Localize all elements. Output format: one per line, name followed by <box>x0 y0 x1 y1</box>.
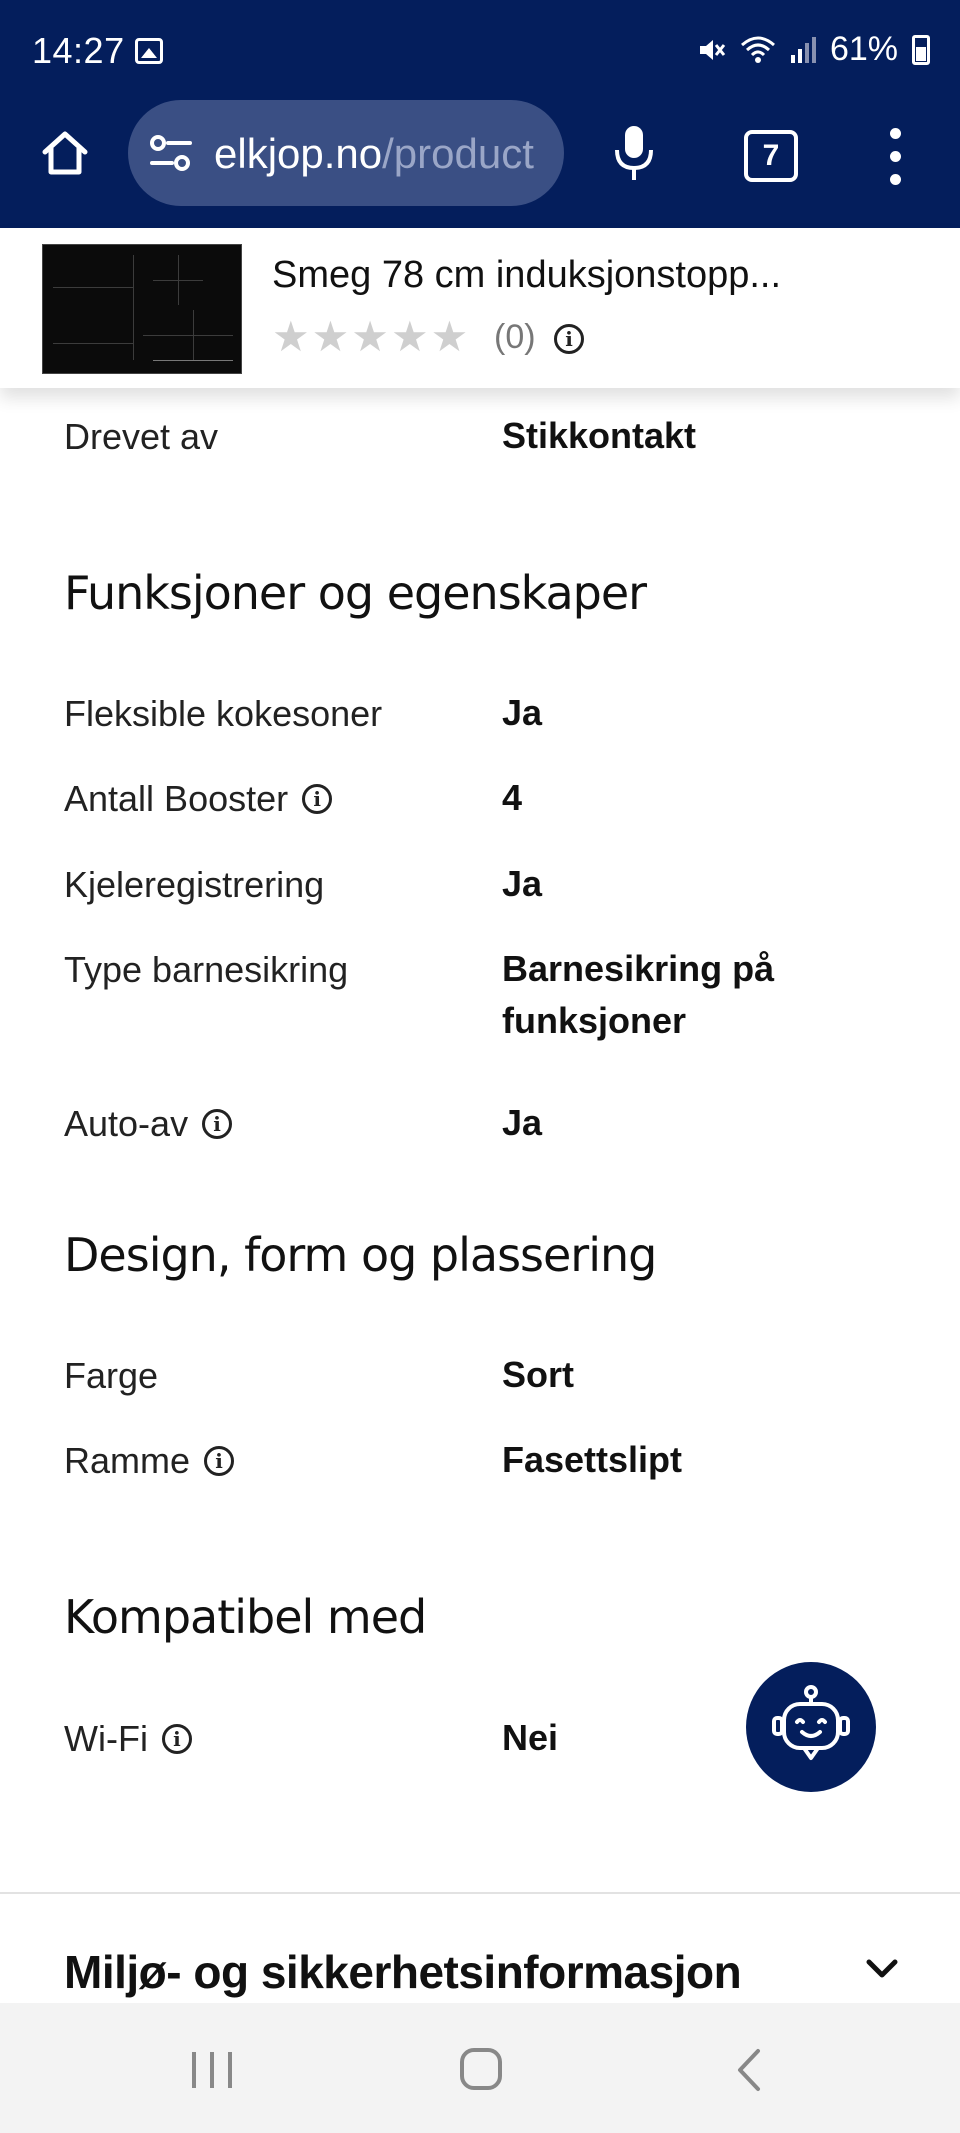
browser-toolbar: elkjop.no/product 7 <box>0 100 960 228</box>
robot-icon <box>772 1685 850 1760</box>
product-sticky-header: Smeg 78 cm induksjonstopp... ★★★★★ (0) i <box>0 228 960 388</box>
home-icon[interactable] <box>40 128 90 178</box>
spec-label: Kjeleregistrering <box>64 864 325 905</box>
signal-icon <box>790 36 816 63</box>
rating-info-icon[interactable]: i <box>554 324 584 354</box>
mute-icon <box>699 39 726 60</box>
url-text[interactable]: elkjop.no/product <box>214 130 554 178</box>
info-icon[interactable]: i <box>202 1109 233 1139</box>
battery-percent: 61% <box>829 30 898 68</box>
status-time: 14:27 <box>32 30 125 71</box>
site-settings-icon[interactable] <box>150 134 192 172</box>
microphone-icon[interactable] <box>612 124 656 184</box>
info-icon[interactable]: i <box>302 784 333 814</box>
section-heading-design: Design, form og plassering <box>64 1228 657 1282</box>
wifi-icon <box>740 36 775 63</box>
spec-label: Type barnesikring <box>64 949 349 990</box>
spec-value: Barnesikring på funksjoner <box>502 948 775 1041</box>
spec-value: Stikkontakt <box>502 415 697 456</box>
spec-label: Antall Booster i <box>64 778 333 820</box>
info-icon[interactable]: i <box>204 1446 235 1476</box>
recent-apps-icon[interactable] <box>190 2048 236 2092</box>
section-heading-kompatibel: Kompatibel med <box>64 1590 427 1644</box>
spec-value: Ja <box>502 1102 543 1143</box>
tab-switcher-button[interactable]: 7 <box>744 130 798 182</box>
system-navigation-bar <box>0 2003 960 2133</box>
spec-label: Auto-av i <box>64 1103 233 1145</box>
spec-value: Sort <box>502 1354 574 1395</box>
section-divider <box>0 1892 960 1894</box>
chatbot-button[interactable] <box>746 1662 876 1792</box>
url-path: /product <box>382 130 534 177</box>
url-bar[interactable]: elkjop.no/product <box>128 100 564 206</box>
home-nav-icon[interactable] <box>459 2047 503 2091</box>
section-heading-funksjoner: Funksjoner og egenskaper <box>64 566 647 620</box>
spec-label: Drevet av <box>64 416 219 457</box>
product-thumbnail[interactable] <box>42 244 242 374</box>
spec-value: Fasettslipt <box>502 1439 683 1480</box>
status-bar: 14:27 61% <box>0 0 960 100</box>
spec-value: Ja <box>502 692 543 733</box>
gallery-notification-icon <box>135 38 163 64</box>
spec-label: Farge <box>64 1355 159 1396</box>
spec-label: Ramme i <box>64 1440 235 1482</box>
battery-icon <box>912 34 930 65</box>
accordion-env-heading[interactable]: Miljø- og sikkerhetsinformasjon <box>64 1945 742 1999</box>
chevron-down-icon[interactable] <box>866 1958 898 1980</box>
product-title[interactable]: Smeg 78 cm induksjonstopp... <box>272 254 781 297</box>
spec-value: 4 <box>502 777 523 818</box>
rating-stars: ★★★★★ <box>272 313 471 360</box>
url-host: elkjop.no <box>214 130 383 177</box>
status-icons: 61% <box>696 30 930 69</box>
rating-count: (0) <box>494 318 536 356</box>
spec-value: Ja <box>502 863 543 904</box>
info-icon[interactable]: i <box>161 1724 192 1754</box>
back-icon[interactable] <box>734 2047 764 2093</box>
spec-label: Fleksible kokesoner <box>64 693 383 734</box>
spec-label: Wi-Fi i <box>64 1718 192 1760</box>
more-options-icon[interactable] <box>890 128 902 188</box>
